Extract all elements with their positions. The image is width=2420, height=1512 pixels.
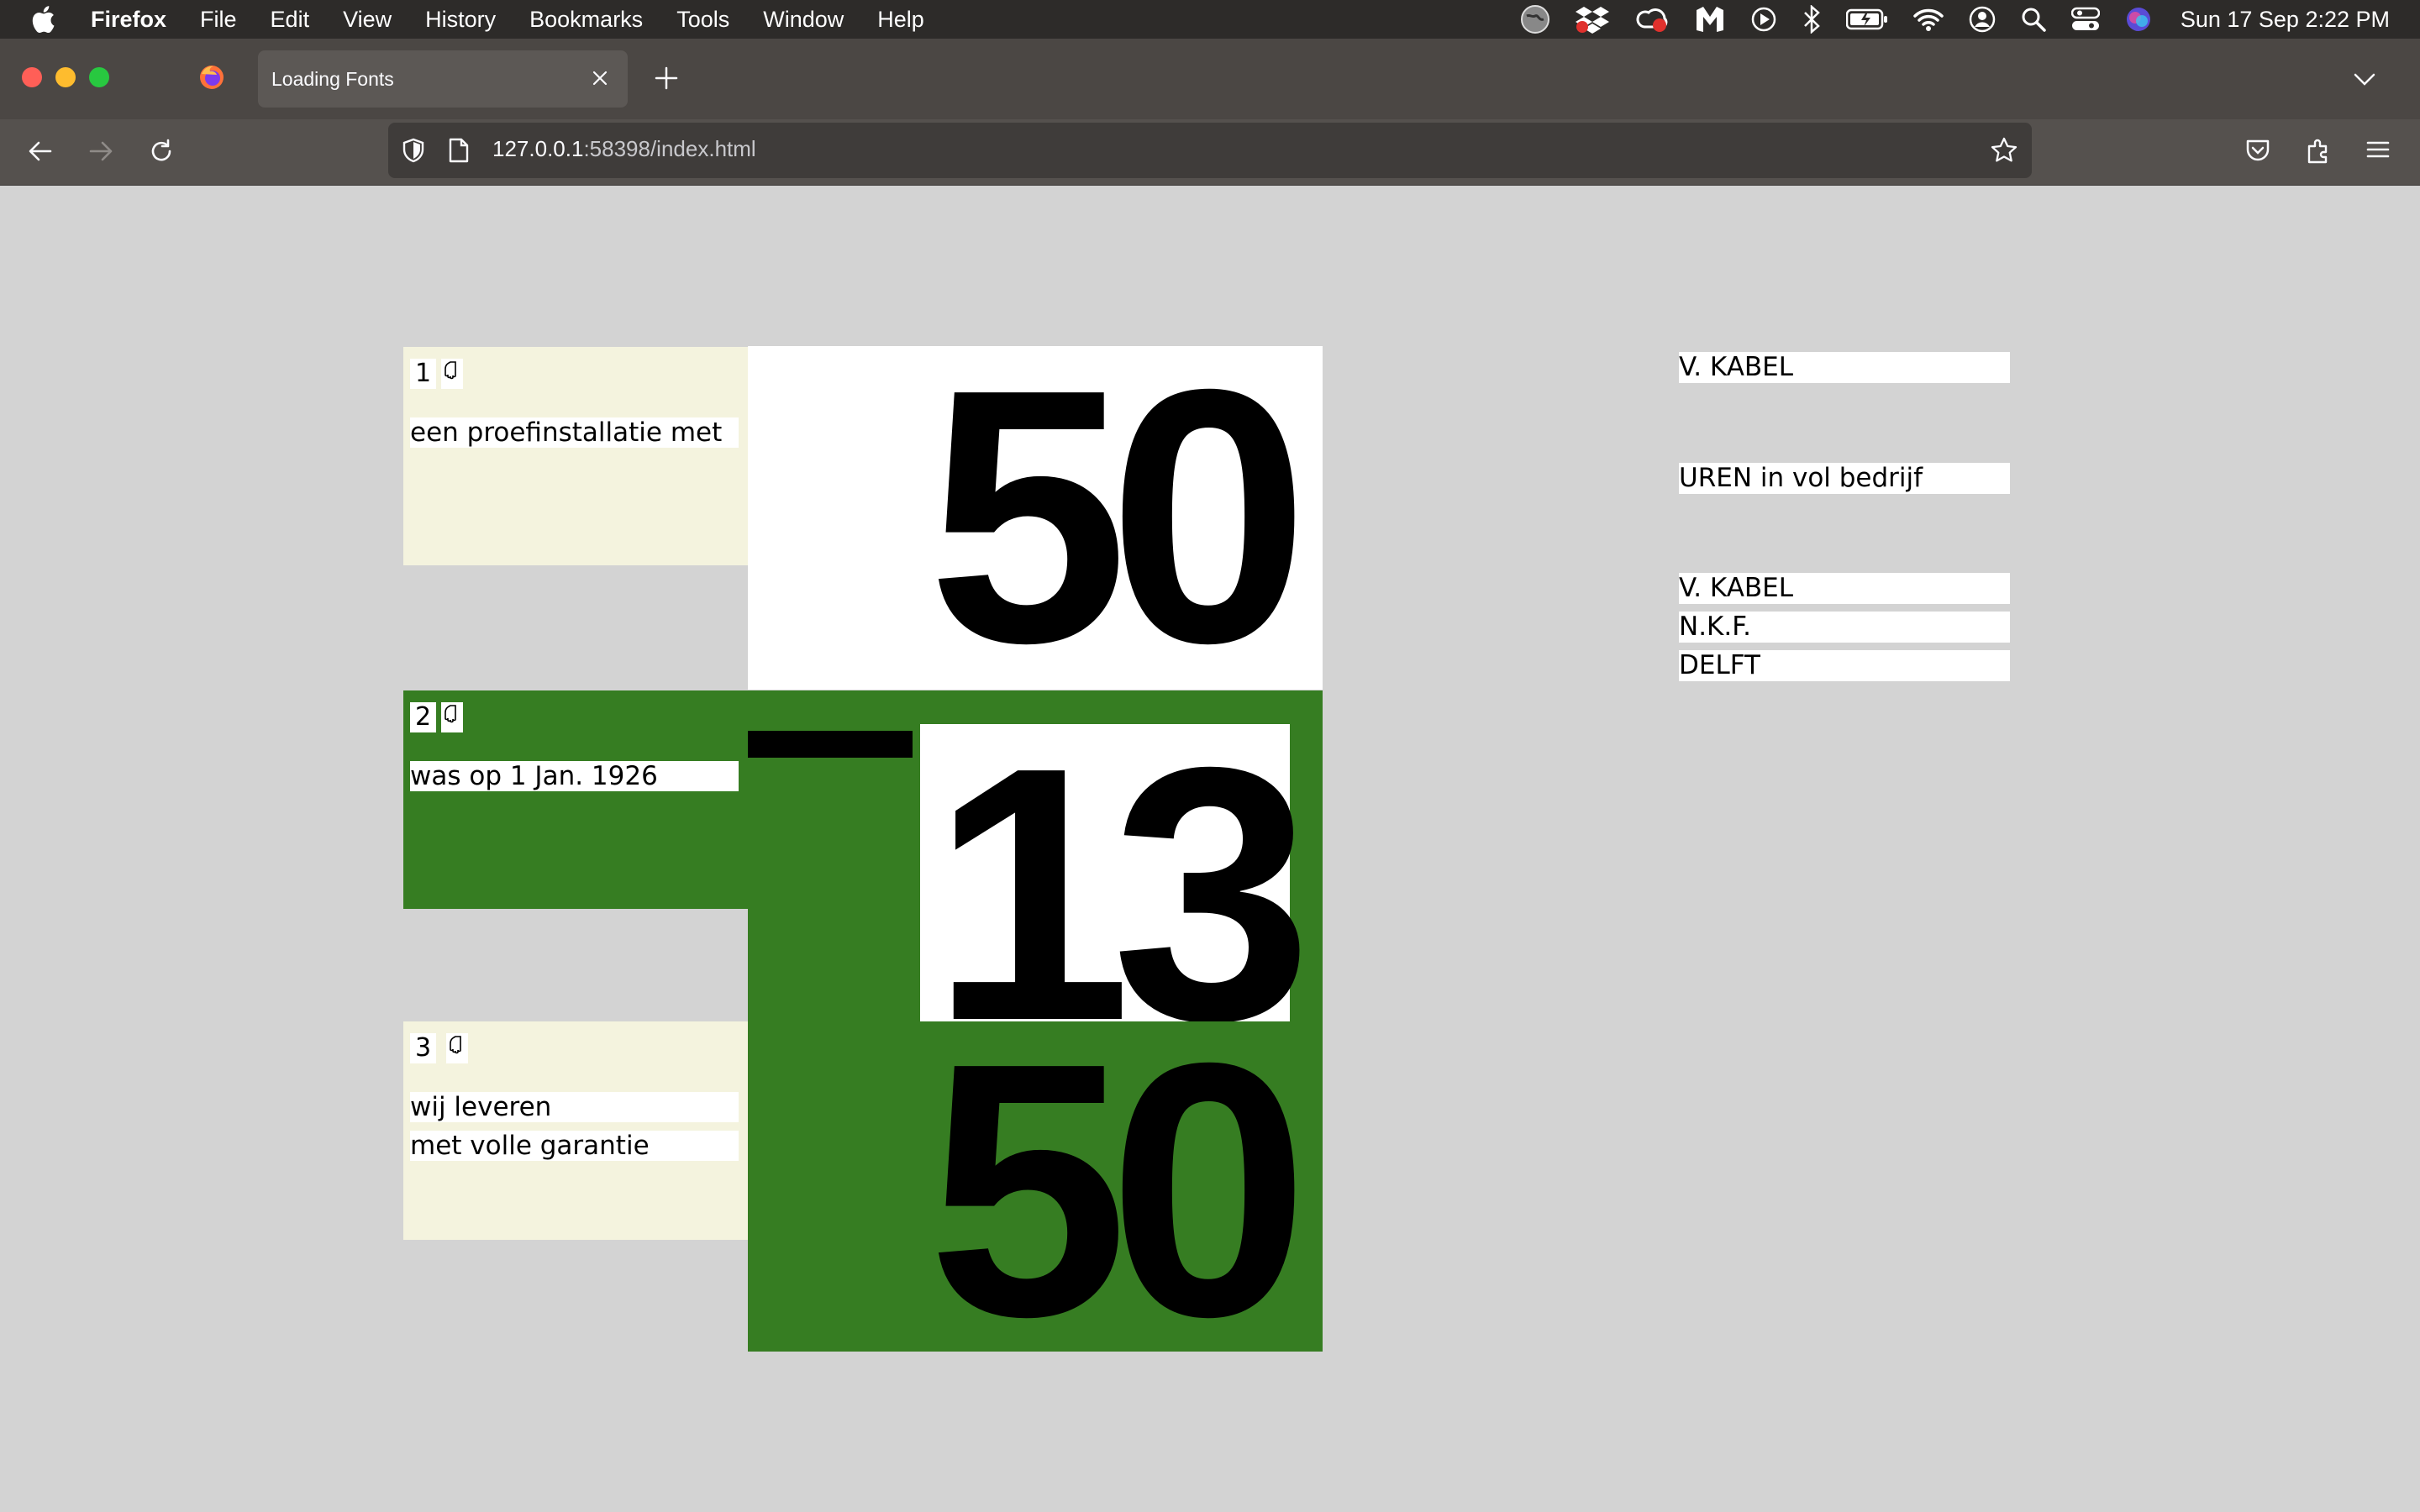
menu-bookmarks[interactable]: Bookmarks <box>529 7 643 33</box>
tab-close-icon[interactable] <box>589 67 611 89</box>
row-1-number: 1 <box>410 359 437 389</box>
siri-icon[interactable] <box>2125 6 2152 33</box>
menu-history[interactable]: History <box>425 7 496 33</box>
user-account-icon[interactable] <box>1969 6 1996 33</box>
side-label-uren: UREN in vol bedrijf <box>1679 463 2010 494</box>
menu-edit[interactable]: Edit <box>271 7 310 33</box>
status-area: Sun 17 Sep 2:22 PM <box>1495 0 2390 39</box>
window-close-button[interactable] <box>22 67 42 87</box>
row-3-big-number: 50 <box>927 1021 1309 1352</box>
menu-help[interactable]: Help <box>877 7 924 33</box>
row-3-number-panel: 50 <box>748 1021 1323 1352</box>
row-2-number-panel: 13 <box>748 690 1323 1037</box>
malwarebytes-icon[interactable] <box>1695 5 1725 34</box>
page-info-icon[interactable] <box>447 137 471 168</box>
pointing-down-hand-icon <box>441 359 463 389</box>
menu-file[interactable]: File <box>200 7 237 33</box>
reload-icon[interactable] <box>146 136 176 166</box>
url-path: :58398/index.html <box>583 136 756 161</box>
pointing-down-hand-icon <box>446 1033 468 1063</box>
row-3-line-2: met volle garantie <box>410 1131 739 1161</box>
menu-tools[interactable]: Tools <box>676 7 729 33</box>
play-icon[interactable] <box>1750 6 1777 33</box>
url-text: 127.0.0.1:58398/index.html <box>492 136 756 162</box>
back-arrow-icon[interactable] <box>25 136 55 166</box>
bluetooth-icon[interactable] <box>1802 5 1821 34</box>
row-2-number: 2 <box>410 702 437 732</box>
side-label-v-kabel-2: V. KABEL <box>1679 573 2010 604</box>
row-2-text-block: 2 was op 1 Jan. 1926 <box>403 690 748 909</box>
row-1-big-number: 50 <box>927 346 1309 690</box>
battery-icon[interactable] <box>1845 8 1888 30</box>
address-bar[interactable]: 127.0.0.1:58398/index.html <box>388 123 2032 178</box>
menu-app-firefox[interactable]: Firefox <box>91 7 166 33</box>
forward-arrow-icon[interactable] <box>86 136 116 166</box>
pointing-down-hand-icon <box>441 702 463 732</box>
minus-sign <box>748 731 913 758</box>
extensions-puzzle-icon[interactable] <box>2304 136 2334 166</box>
row-2-big-number: 13 <box>930 693 1313 1037</box>
globe-icon[interactable] <box>1520 4 1550 34</box>
menu-view[interactable]: View <box>343 7 392 33</box>
side-label-delft: DELFT <box>1679 650 2010 681</box>
firefox-view-icon[interactable] <box>198 64 225 91</box>
active-tab[interactable]: Loading Fonts <box>258 50 628 108</box>
macos-menu-bar: Firefox File Edit View History Bookmarks… <box>0 0 2420 39</box>
tracking-protection-shield-icon[interactable] <box>400 137 427 168</box>
browser-navigation-bar: 127.0.0.1:58398/index.html <box>0 119 2420 186</box>
row-3-line-1: wij leveren <box>410 1092 739 1122</box>
page-viewport: 1 een proefinstallatie met 50 2 was op 1… <box>0 186 2420 1512</box>
spotlight-search-icon[interactable] <box>2021 7 2046 32</box>
pocket-icon[interactable] <box>2244 136 2274 166</box>
row-1-line-1: een proefinstallatie met <box>410 417 739 448</box>
new-tab-plus-icon[interactable] <box>654 66 679 91</box>
dropbox-icon[interactable] <box>1575 5 1609 34</box>
apple-menu-icon[interactable] <box>30 5 60 34</box>
creative-cloud-icon[interactable] <box>1634 5 1670 34</box>
hamburger-menu-icon[interactable] <box>2365 136 2395 166</box>
list-all-tabs-chevron-icon[interactable] <box>2353 69 2376 89</box>
row-1-text-block: 1 een proefinstallatie met <box>403 347 748 565</box>
menubar-clock[interactable]: Sun 17 Sep 2:22 PM <box>2181 7 2390 33</box>
tab-title: Loading Fonts <box>271 67 394 90</box>
row-2-line-1: was op 1 Jan. 1926 <box>410 761 739 791</box>
window-zoom-button[interactable] <box>89 67 109 87</box>
row-3-number: 3 <box>410 1033 437 1063</box>
side-label-v-kabel: V. KABEL <box>1679 352 2010 383</box>
row-1-number-panel: 50 <box>748 346 1323 690</box>
url-host: 127.0.0.1 <box>492 136 584 161</box>
bookmark-star-icon[interactable] <box>1990 136 2018 169</box>
browser-tab-bar: Loading Fonts <box>0 39 2420 119</box>
wifi-icon[interactable] <box>1913 8 1944 31</box>
side-label-nkf: N.K.F. <box>1679 612 2010 643</box>
window-minimize-button[interactable] <box>55 67 76 87</box>
menu-window[interactable]: Window <box>763 7 844 33</box>
row-3-text-block: 3 wij leveren met volle garantie <box>403 1021 748 1240</box>
control-center-icon[interactable] <box>2070 7 2100 32</box>
